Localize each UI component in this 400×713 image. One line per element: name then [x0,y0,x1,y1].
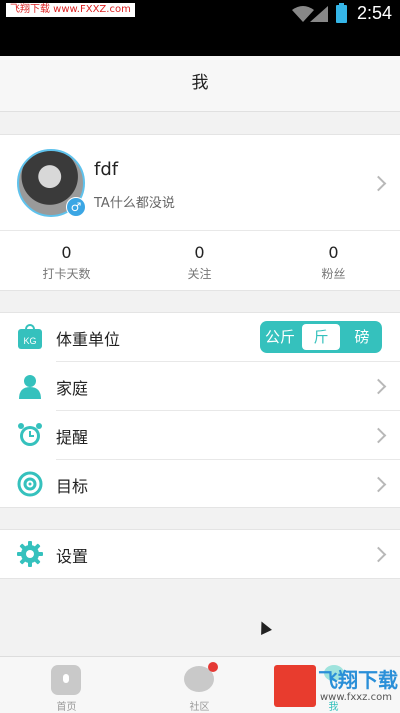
tab-label: 社区 [189,702,210,713]
tab-label: 首页 [56,702,77,713]
menu-card: KG 体重单位 公斤 斤 磅 家庭 提醒 目标 [0,312,400,508]
menu-item-family[interactable]: 家庭 [0,362,400,410]
stat-label: 打卡天数 [42,267,91,281]
menu-item-goal[interactable]: 目标 [0,460,400,508]
unit-option-kg[interactable]: 公斤 [260,321,300,353]
status-time: 2:54 [357,3,393,23]
menu-item-settings[interactable]: 设置 [0,530,400,578]
weight-unit-label: 体重单位 [56,330,121,349]
person-icon [19,375,41,399]
profile-name: fdf [94,159,119,180]
gear-icon [17,541,43,567]
menu-item-label: 目标 [56,477,89,496]
signal-icon [310,6,328,22]
chevron-right-icon [370,378,387,395]
watermark-brand: 飞翔下载 [318,668,398,692]
chevron-right-icon [370,476,387,493]
menu-item-label: 提醒 [56,428,89,447]
alarm-clock-icon [18,423,42,446]
stat-value: 0 [328,243,339,262]
stat-following[interactable]: 0 关注 [133,243,266,282]
stat-value: 0 [194,243,205,262]
chevron-right-icon [370,427,387,444]
chevron-right-icon [370,546,387,563]
menu-item-label: 家庭 [56,379,89,398]
settings-card: 设置 [0,529,400,579]
watermark-logo [274,665,316,707]
stat-followers[interactable]: 0 粉丝 [267,243,400,282]
watermark-label: 飞翔下载 www.FXXZ.com [6,3,135,17]
tab-community[interactable]: 社区 [133,657,266,713]
weight-unit-row: KG 体重单位 公斤 斤 磅 [0,313,400,361]
stat-label: 关注 [187,267,212,281]
svg-text:KG: KG [23,336,36,346]
kg-weight-icon: KG [18,324,42,349]
battery-icon [336,3,347,23]
target-icon [17,471,43,497]
weight-unit-segmented-control[interactable]: 公斤 斤 磅 [260,321,382,353]
divider [0,230,400,231]
stat-label: 粉丝 [321,267,346,281]
stat-checkin-days[interactable]: 0 打卡天数 [0,243,133,282]
home-icon [51,665,81,695]
profile-signature: TA什么都没说 [94,196,175,211]
tab-home[interactable]: 首页 [0,657,133,713]
unit-option-jin[interactable]: 斤 [302,324,340,350]
menu-item-reminder[interactable]: 提醒 [0,411,400,459]
page-title: 我 [0,56,400,112]
watermark-url: www.fxxz.com [320,692,392,703]
menu-item-label: 设置 [56,547,89,566]
notification-badge [208,662,218,672]
profile-card[interactable]: ♂ fdf TA什么都没说 0 打卡天数 0 关注 0 粉丝 [0,134,400,291]
chevron-right-icon [370,175,387,192]
mouse-cursor-icon [256,619,272,635]
male-icon: ♂ [66,197,86,217]
status-bar: 飞翔下载 www.FXXZ.com 2:54 [0,0,400,56]
unit-option-lb[interactable]: 磅 [342,321,382,353]
stat-value: 0 [61,243,72,262]
